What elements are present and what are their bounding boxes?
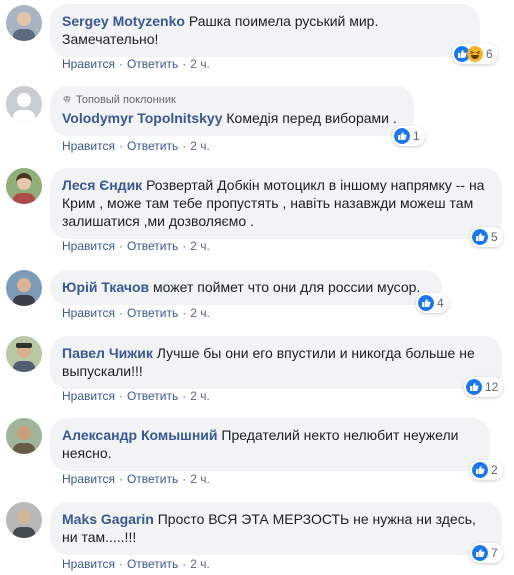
comment-time[interactable]: 2 ч. xyxy=(190,472,210,486)
reaction-count: 7 xyxy=(491,546,498,560)
comment-time[interactable]: 2 ч. xyxy=(190,306,210,320)
comment-author[interactable]: Volodymyr Topolnitskyy xyxy=(62,110,223,126)
comment-bubble: Maks Gagarin Просто ВСЯ ЭТА МЕРЗОСТЬ не … xyxy=(50,502,502,555)
comment-time[interactable]: 2 ч. xyxy=(190,557,210,571)
reaction-count: 4 xyxy=(437,296,444,310)
reaction-summary[interactable]: 2 xyxy=(470,460,503,480)
reaction-count: 1 xyxy=(413,129,420,143)
like-icon xyxy=(472,229,488,245)
reaction-summary[interactable]: 12 xyxy=(464,377,504,397)
comment-bubble: Леся Єндик Розвертай Добкін мотоцикл в і… xyxy=(50,168,502,239)
reaction-count: 12 xyxy=(485,380,499,394)
haha-icon xyxy=(467,46,483,62)
avatar[interactable] xyxy=(6,336,42,372)
avatar[interactable] xyxy=(6,5,42,41)
reply-link[interactable]: Ответить xyxy=(127,57,178,71)
separator: · xyxy=(182,57,187,71)
comment-bubble: Александр Комышний Предателий некто нелю… xyxy=(50,418,490,471)
comment-author[interactable]: Павел Чижик xyxy=(62,345,153,361)
like-icon xyxy=(466,379,482,395)
separator: · xyxy=(118,306,123,320)
like-link[interactable]: Нравится xyxy=(62,389,115,403)
comment-time[interactable]: 2 ч. xyxy=(190,239,210,253)
comment-time[interactable]: 2 ч. xyxy=(190,57,210,71)
like-icon xyxy=(394,128,410,144)
comment-actions: Нравится · Ответить · 2 ч. xyxy=(62,56,210,72)
reaction-summary[interactable]: 1 xyxy=(392,126,425,146)
separator: · xyxy=(118,557,123,571)
like-link[interactable]: Нравится xyxy=(62,57,115,71)
separator: · xyxy=(182,306,187,320)
separator: · xyxy=(118,389,123,403)
like-link[interactable]: Нравится xyxy=(62,472,115,486)
top-fan-badge: Топовый поклонник xyxy=(62,93,402,107)
separator: · xyxy=(182,139,187,153)
comment-time[interactable]: 2 ч. xyxy=(190,389,210,403)
diamond-icon xyxy=(63,95,71,105)
separator: · xyxy=(182,239,187,253)
separator: · xyxy=(182,472,187,486)
reply-link[interactable]: Ответить xyxy=(127,239,178,253)
like-icon xyxy=(418,295,434,311)
comment-author[interactable]: Юрій Ткачов xyxy=(62,279,149,295)
comment-bubble: Юрій Ткачов может поймет что они для рос… xyxy=(50,270,442,305)
like-link[interactable]: Нравится xyxy=(62,557,115,571)
comment-time[interactable]: 2 ч. xyxy=(190,139,210,153)
avatar[interactable] xyxy=(6,86,42,122)
reply-link[interactable]: Ответить xyxy=(127,472,178,486)
reaction-count: 2 xyxy=(491,463,498,477)
reply-link[interactable]: Ответить xyxy=(127,306,178,320)
separator: · xyxy=(118,239,123,253)
avatar[interactable] xyxy=(6,270,42,306)
like-icon xyxy=(472,462,488,478)
avatar[interactable] xyxy=(6,502,42,538)
comment-actions: Нравится · Ответить · 2 ч. xyxy=(62,138,210,154)
separator: · xyxy=(182,557,187,571)
reaction-summary[interactable]: 5 xyxy=(470,227,503,247)
like-link[interactable]: Нравится xyxy=(62,139,115,153)
comment-bubble: Топовый поклонник Volodymyr Topolnitskyy… xyxy=(50,86,414,136)
comment-author[interactable]: Maks Gagarin xyxy=(62,511,154,527)
reaction-summary[interactable]: 4 xyxy=(416,293,449,313)
like-icon xyxy=(472,545,488,561)
separator: · xyxy=(118,139,123,153)
reply-link[interactable]: Ответить xyxy=(127,139,178,153)
comment-author[interactable]: Леся Єндик xyxy=(62,177,142,193)
avatar[interactable] xyxy=(6,418,42,454)
reaction-summary[interactable]: 7 xyxy=(470,543,503,563)
reply-link[interactable]: Ответить xyxy=(127,557,178,571)
comment-actions: Нравится · Ответить · 2 ч. xyxy=(62,556,210,572)
separator: · xyxy=(118,57,123,71)
like-link[interactable]: Нравится xyxy=(62,239,115,253)
reaction-count: 6 xyxy=(486,47,493,61)
comment-author[interactable]: Sergey Motyzenko xyxy=(62,13,185,29)
comment-actions: Нравится · Ответить · 2 ч. xyxy=(62,471,210,487)
comment-actions: Нравится · Ответить · 2 ч. xyxy=(62,388,210,404)
comment-text: Комедія перед виборами . xyxy=(226,110,397,126)
avatar[interactable] xyxy=(6,168,42,204)
separator: · xyxy=(182,389,187,403)
comment-actions: Нравится · Ответить · 2 ч. xyxy=(62,305,210,321)
comment-text: может поймет что они для россии мусор. xyxy=(153,279,421,295)
comment-bubble: Павел Чижик Лучше бы они его впустили и … xyxy=(50,336,502,389)
reply-link[interactable]: Ответить xyxy=(127,389,178,403)
comment-author[interactable]: Александр Комышний xyxy=(62,427,218,443)
comment-actions: Нравится · Ответить · 2 ч. xyxy=(62,238,210,254)
reaction-summary[interactable]: 6 xyxy=(452,44,498,64)
like-link[interactable]: Нравится xyxy=(62,306,115,320)
badge-label: Топовый поклонник xyxy=(76,94,176,106)
reaction-count: 5 xyxy=(491,230,498,244)
comment-bubble: Sergey Motyzenko Рашка поимела руський м… xyxy=(50,4,480,57)
separator: · xyxy=(118,472,123,486)
